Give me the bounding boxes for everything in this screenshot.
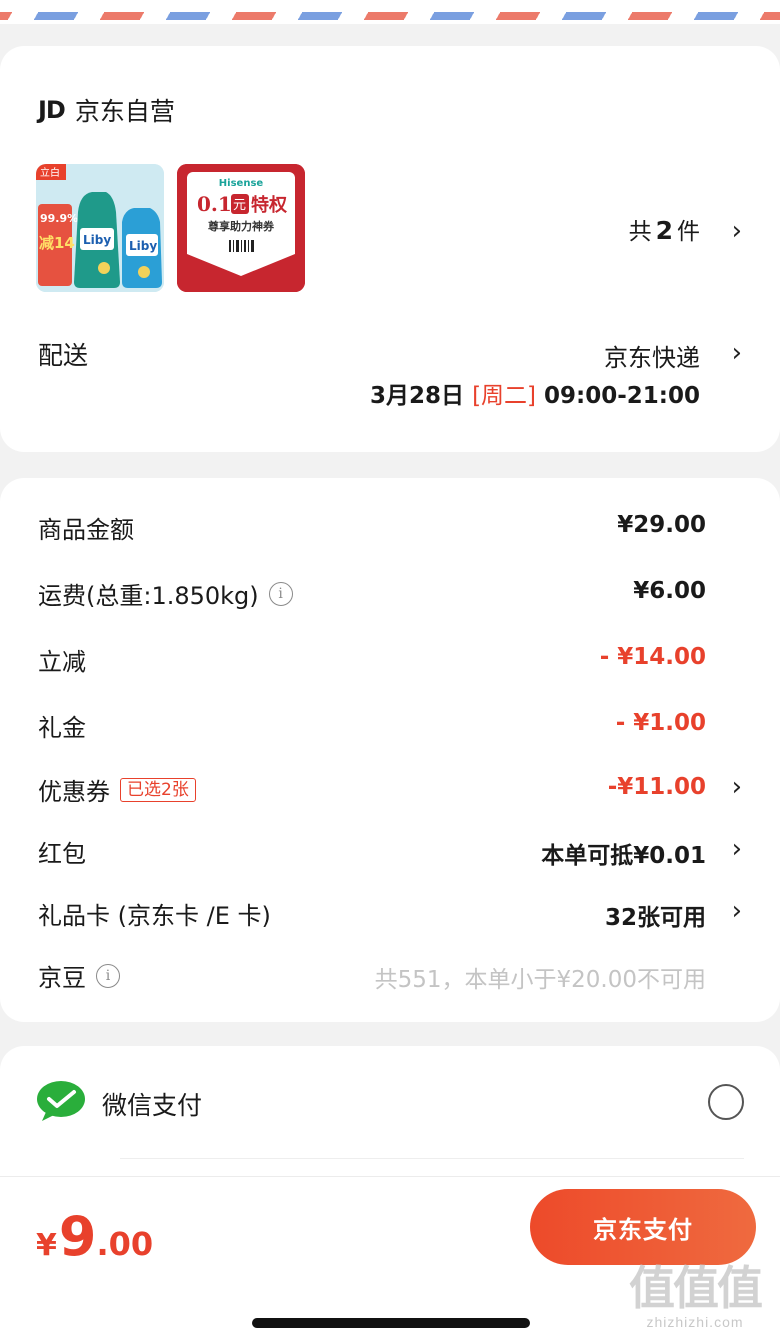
divider [120,1158,744,1159]
thumb2-brand: Hisense [219,178,264,189]
delivery-weekday: [周二] [472,383,537,409]
envelope-stripe [0,0,780,24]
jd-logo: JD [38,96,66,124]
jd-beans-value: 共551，本单小于¥20.00不可用 [374,967,706,993]
product-thumbnail-liby[interactable]: 立白 99.9% 减14 Liby Liby [36,164,164,292]
delivery-time: 3月28日 [周二] 09:00-21:00 [370,376,700,410]
product-thumbnail-hisense-coupon[interactable]: Hisense 0.1 元 特权 尊享助力神券 [177,164,305,292]
delivery-method[interactable]: 京东快递 [604,338,700,373]
shop-name: 京东自营 [74,97,175,126]
thumb1-promo-main: 减14 [39,234,75,252]
chevron-right-icon[interactable]: › [732,834,742,864]
goods-amount-value: ¥29.00 [617,512,706,538]
site-watermark: 值值值 zhizhizhi.com [629,1261,763,1330]
instant-discount-value: - ¥14.00 [599,644,706,670]
thumb1-badge: 立白 [40,166,60,179]
total-price: ¥ 9 .00 [36,1205,154,1268]
wechat-pay-icon [37,1081,85,1121]
coupon-value: -¥11.00 [607,774,706,800]
thumb1-brand-a: Liby [83,233,111,247]
chevron-right-icon[interactable]: › [732,338,742,368]
summary-row-gift-cash: 礼金 - ¥1.00 [38,710,706,742]
summary-row-jd-beans: 京豆 i 共551，本单小于¥20.00不可用 [0,958,780,998]
delivery-window: 09:00-21:00 [544,383,700,409]
delivery-label: 配送 [38,341,89,370]
item-count[interactable]: 共2件 [629,212,700,246]
order-items-card: JD 京东自营 立白 99.9% 减14 Liby Liby Hisense 0… [0,46,780,452]
payment-method-label[interactable]: 微信支付 [102,1086,202,1122]
shipping-value: ¥6.00 [633,578,706,604]
summary-row-shipping: 运费(总重:1.850kg) i ¥6.00 [38,578,706,610]
coupon-selected-tag: 已选2张 [120,777,196,802]
chevron-right-icon[interactable]: › [732,772,742,802]
payment-method-card: 微信支付 [0,1046,780,1186]
summary-row-goods-amount: 商品金额 ¥29.00 [38,512,706,544]
thumb1-brand-b: Liby [129,239,157,253]
summary-row-red-packet[interactable]: 红包 本单可抵¥0.01 › [0,834,780,874]
gift-cash-value: - ¥1.00 [615,710,706,736]
thumb1-promo-top: 99.9% [40,212,78,225]
gift-card-value: 32张可用 [604,905,706,931]
thumb2-headline-tail: 特权 [251,194,288,216]
shop-header: JD 京东自营 [38,92,175,128]
home-indicator[interactable] [252,1318,530,1328]
price-summary-card: 商品金额 ¥29.00 运费(总重:1.850kg) i ¥6.00 立减 - ¥… [0,478,780,1022]
thumb2-headline-num: 0.1 [197,192,232,216]
summary-row-instant-discount: 立减 - ¥14.00 [38,644,706,676]
info-icon[interactable]: i [268,581,293,606]
chevron-right-icon[interactable]: › [732,896,742,926]
info-icon[interactable]: i [96,963,120,988]
summary-row-gift-card[interactable]: 礼品卡 (京东卡 /E 卡) 32张可用 › [0,896,780,936]
payment-radio-button[interactable] [708,1084,744,1120]
delivery-date: 3月28日 [370,383,465,409]
red-packet-value: 本单可抵¥0.01 [541,843,706,869]
thumb2-headline-unit: 元 [233,198,246,213]
chevron-right-icon[interactable]: › [732,216,742,246]
jd-pay-button[interactable]: 京东支付 [530,1189,756,1265]
thumb2-subline: 尊享助力神券 [208,219,275,233]
summary-row-coupon[interactable]: 优惠券 已选2张 -¥11.00 › [0,772,780,812]
